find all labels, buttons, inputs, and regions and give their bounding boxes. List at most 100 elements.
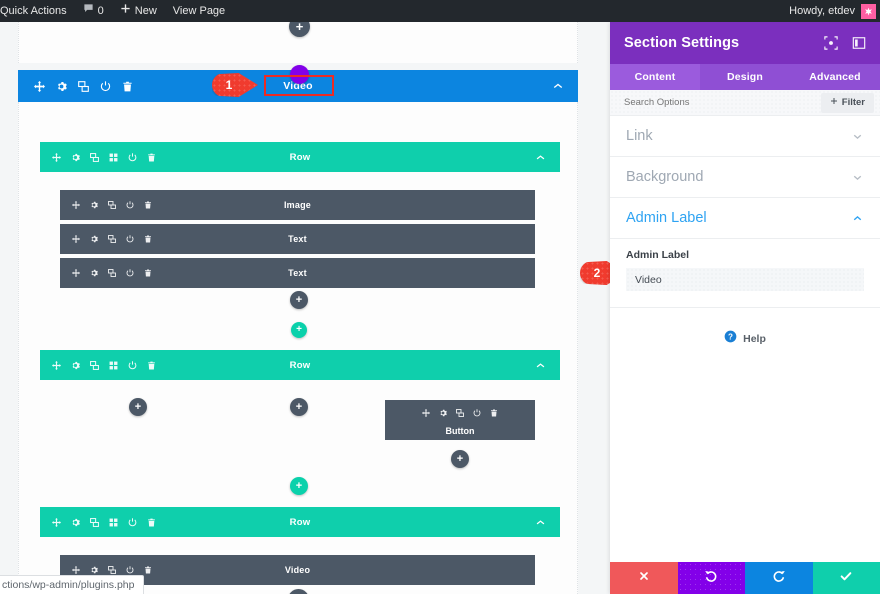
row-1-collapse-chevron-up-icon[interactable] — [535, 152, 560, 163]
move-icon[interactable] — [34, 80, 45, 92]
tab-advanced[interactable]: Advanced — [790, 64, 880, 90]
check-icon — [839, 569, 853, 588]
add-module-button-col1[interactable]: + — [129, 398, 147, 416]
target-icon[interactable] — [824, 36, 838, 50]
disable-icon[interactable] — [126, 235, 134, 243]
gear-icon[interactable] — [439, 404, 447, 422]
accordion-item-link[interactable]: Link — [610, 116, 880, 157]
admin-bar-comments[interactable]: 0 — [75, 0, 112, 22]
accordion-item-admin-label[interactable]: Admin Label — [610, 198, 880, 239]
add-row-button-1[interactable]: + — [291, 322, 307, 338]
delete-icon[interactable] — [122, 81, 133, 92]
module-block-button[interactable]: Button — [385, 400, 535, 440]
gear-icon[interactable] — [90, 235, 98, 243]
filter-button[interactable]: Filter — [820, 92, 874, 113]
gear-icon[interactable] — [90, 566, 98, 574]
move-icon[interactable] — [72, 566, 80, 574]
duplicate-icon[interactable] — [108, 566, 116, 574]
disable-icon[interactable] — [126, 566, 134, 574]
panel-header-icons — [824, 36, 866, 50]
columns-icon[interactable] — [109, 361, 118, 370]
delete-icon[interactable] — [144, 235, 152, 243]
gear-icon[interactable] — [90, 201, 98, 209]
undo-button[interactable] — [677, 562, 745, 594]
module-bar-text-1[interactable]: Text — [60, 224, 535, 254]
duplicate-icon[interactable] — [90, 360, 99, 370]
duplicate-icon[interactable] — [108, 235, 116, 243]
gear-icon[interactable] — [71, 361, 80, 370]
duplicate-icon[interactable] — [90, 152, 99, 162]
layout-toggle-icon[interactable] — [852, 36, 866, 50]
delete-icon[interactable] — [144, 201, 152, 209]
duplicate-icon[interactable] — [90, 517, 99, 527]
help-link[interactable]: ? Help — [610, 308, 880, 348]
columns-icon[interactable] — [109, 518, 118, 527]
row-2-collapse-chevron-up-icon[interactable] — [535, 360, 560, 371]
move-icon[interactable] — [52, 517, 61, 527]
accordion-link-title: Link — [626, 128, 653, 144]
disable-icon[interactable] — [128, 517, 137, 527]
redo-button[interactable] — [745, 562, 813, 594]
tab-content[interactable]: Content — [610, 64, 700, 90]
save-button[interactable] — [812, 562, 880, 594]
row-bar-3[interactable]: Row — [40, 507, 560, 537]
add-module-button-col2[interactable]: + — [290, 398, 308, 416]
gear-icon[interactable] — [56, 81, 67, 92]
disable-icon[interactable] — [128, 360, 137, 370]
disable-icon[interactable] — [473, 404, 481, 422]
panel-header: Section Settings — [610, 22, 880, 64]
disable-icon[interactable] — [126, 269, 134, 277]
move-icon[interactable] — [72, 269, 80, 277]
module-bar-text-2[interactable]: Text — [60, 258, 535, 288]
row-3-collapse-chevron-up-icon[interactable] — [535, 517, 560, 528]
add-module-button-col3[interactable]: + — [451, 450, 469, 468]
duplicate-icon[interactable] — [456, 404, 464, 422]
row-bar-1[interactable]: Row — [40, 142, 560, 172]
disable-icon[interactable] — [126, 201, 134, 209]
chevron-down-icon[interactable] — [851, 171, 864, 184]
admin-bar-account[interactable]: Howdy, etdev — [789, 3, 880, 19]
cancel-button[interactable] — [610, 562, 678, 594]
columns-icon[interactable] — [109, 153, 118, 162]
row-bar-2[interactable]: Row — [40, 350, 560, 380]
duplicate-icon[interactable] — [78, 80, 89, 92]
delete-icon[interactable] — [147, 153, 156, 162]
duplicate-icon[interactable] — [108, 201, 116, 209]
accordion-admin-label-title: Admin Label — [626, 210, 707, 226]
admin-bar-new[interactable]: New — [112, 0, 165, 22]
delete-icon[interactable] — [144, 566, 152, 574]
builder-canvas[interactable]: + Video Row Image Text Text + + Row + + … — [0, 22, 610, 594]
module-text-1-icons — [60, 235, 152, 243]
chevron-up-icon[interactable] — [851, 212, 864, 225]
delete-icon[interactable] — [490, 404, 498, 422]
add-module-button-row1[interactable]: + — [290, 291, 308, 309]
admin-bar-view-page[interactable]: View Page — [165, 0, 233, 22]
disable-icon[interactable] — [128, 152, 137, 162]
module-button-label: Button — [445, 426, 475, 436]
duplicate-icon[interactable] — [108, 269, 116, 277]
chevron-down-icon[interactable] — [851, 130, 864, 143]
gear-icon[interactable] — [71, 153, 80, 162]
move-icon[interactable] — [72, 235, 80, 243]
accordion-item-background[interactable]: Background — [610, 157, 880, 198]
highlight-section-admin-label-badge — [264, 75, 334, 96]
delete-icon[interactable] — [144, 269, 152, 277]
tab-design[interactable]: Design — [700, 64, 790, 90]
add-row-button-2[interactable]: + — [290, 477, 308, 495]
move-icon[interactable] — [422, 404, 430, 422]
search-input[interactable] — [624, 97, 774, 108]
move-icon[interactable] — [52, 152, 61, 162]
section-collapse-chevron-up-icon[interactable] — [552, 80, 578, 92]
gear-icon[interactable] — [71, 518, 80, 527]
status-url: ctions/wp-admin/plugins.php — [2, 579, 135, 591]
delete-icon[interactable] — [147, 518, 156, 527]
admin-bar-quick-actions[interactable]: Quick Actions — [0, 0, 75, 22]
delete-icon[interactable] — [147, 361, 156, 370]
gear-icon[interactable] — [90, 269, 98, 277]
comment-count: 0 — [97, 5, 104, 17]
module-bar-image[interactable]: Image — [60, 190, 535, 220]
move-icon[interactable] — [72, 201, 80, 209]
disable-icon[interactable] — [100, 80, 111, 92]
move-icon[interactable] — [52, 360, 61, 370]
admin-label-input[interactable]: Video — [626, 268, 864, 291]
